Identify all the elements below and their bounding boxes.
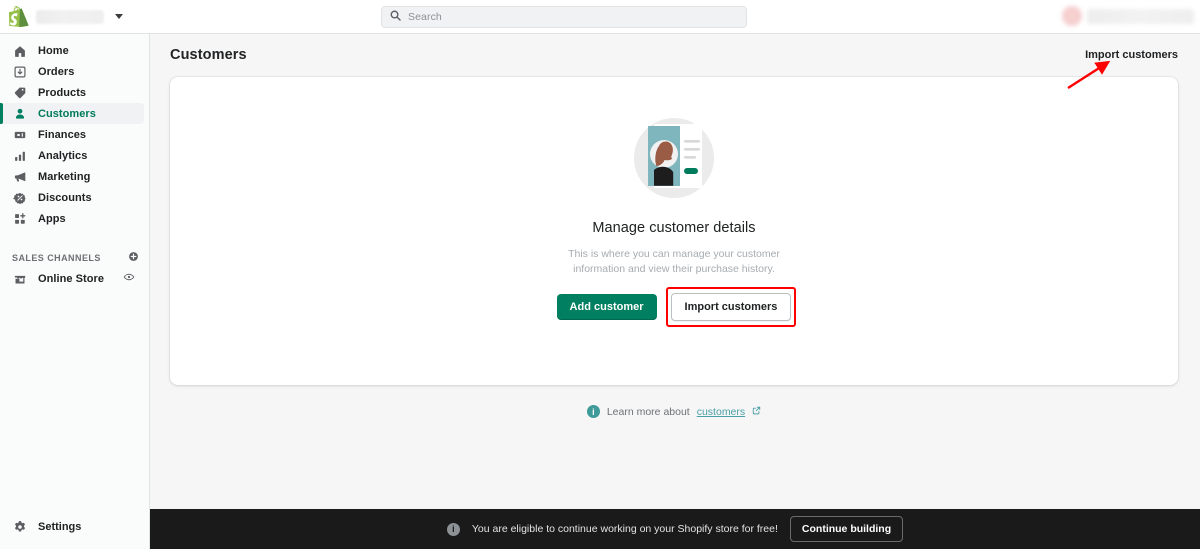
empty-state-card: Manage customer details This is where yo… [170, 77, 1178, 385]
sidebar-item-label: Marketing [38, 170, 91, 183]
page-title: Customers [170, 47, 247, 63]
bottom-banner: i You are eligible to continue working o… [150, 509, 1200, 549]
analytics-bar-chart-icon [12, 148, 27, 163]
sales-channels-header: SALES CHANNELS [0, 248, 149, 268]
sidebar: Home Orders Products Customers Finances … [0, 34, 150, 549]
external-link-icon [752, 406, 761, 418]
empty-state-actions: Add customer Import customers [556, 287, 797, 327]
header-import-customers-link[interactable]: Import customers [1085, 49, 1178, 61]
chevron-down-icon[interactable] [115, 14, 123, 19]
learn-more-link[interactable]: customers [697, 406, 745, 418]
sidebar-item-label: Settings [38, 520, 82, 533]
sidebar-item-settings[interactable]: Settings [0, 516, 150, 537]
search-input[interactable]: Search [408, 11, 442, 23]
sales-channels-title: SALES CHANNELS [12, 253, 101, 263]
customer-profile-card-illustration [626, 110, 722, 206]
storefront-icon [12, 271, 27, 286]
import-customers-button[interactable]: Import customers [670, 293, 792, 321]
sidebar-item-label: Products [38, 86, 87, 99]
orders-icon [12, 64, 27, 79]
continue-building-button[interactable]: Continue building [789, 516, 904, 542]
sidebar-item-label: Analytics [38, 149, 88, 162]
search-icon [390, 8, 401, 26]
shopify-admin-window: Search Home Orders Products Customers Fi… [0, 0, 1200, 549]
sidebar-item-label: Finances [38, 128, 87, 141]
search-bar[interactable]: Search [381, 6, 747, 28]
sidebar-item-analytics[interactable]: Analytics [0, 145, 144, 166]
plus-circle-icon[interactable] [128, 249, 139, 267]
sidebar-item-orders[interactable]: Orders [0, 61, 144, 82]
customers-person-icon [12, 106, 27, 121]
banner-text: You are eligible to continue working on … [471, 523, 778, 535]
eye-icon[interactable] [123, 270, 135, 288]
sidebar-item-label: Home [38, 44, 69, 57]
sidebar-item-products[interactable]: Products [0, 82, 144, 103]
learn-more-prefix: Learn more about [606, 405, 690, 418]
top-bar: Search [0, 0, 1200, 34]
sidebar-nav: Home Orders Products Customers Finances … [0, 34, 149, 289]
products-tag-icon [12, 85, 27, 100]
page-header: Customers Import customers [150, 34, 1200, 76]
home-icon [12, 43, 27, 58]
info-icon: i [446, 522, 460, 536]
discounts-icon [12, 190, 27, 205]
store-name-redacted [36, 9, 104, 24]
main-content: Customers Import customers Manage custom… [150, 34, 1200, 549]
learn-more-row: i Learn more about customers [170, 405, 1178, 418]
marketing-megaphone-icon [12, 169, 27, 184]
sidebar-item-customers[interactable]: Customers [0, 103, 144, 124]
sidebar-item-finances[interactable]: Finances [0, 124, 144, 145]
avatar [1062, 6, 1082, 26]
sidebar-item-label: Apps [38, 212, 66, 225]
user-menu[interactable] [1062, 4, 1194, 28]
sidebar-item-label: Customers [38, 107, 96, 120]
sidebar-item-home[interactable]: Home [0, 40, 144, 61]
empty-state-body: This is where you can manage your custom… [568, 248, 780, 275]
sidebar-item-label: Orders [38, 65, 75, 78]
sidebar-item-discounts[interactable]: Discounts [0, 187, 144, 208]
sidebar-item-label: Online Store [38, 272, 104, 285]
finances-banknote-icon [12, 127, 27, 142]
sidebar-item-marketing[interactable]: Marketing [0, 166, 144, 187]
sidebar-item-apps[interactable]: Apps [0, 208, 144, 229]
info-icon: i [586, 405, 600, 418]
gear-icon [12, 519, 27, 534]
add-customer-button[interactable]: Add customer [556, 294, 657, 320]
user-name-redacted [1087, 8, 1194, 24]
sidebar-item-label: Discounts [38, 191, 92, 204]
store-switcher[interactable] [0, 6, 123, 27]
sidebar-item-online-store[interactable]: Online Store [0, 268, 144, 289]
apps-grid-icon [12, 211, 27, 226]
shopify-bag-icon [9, 6, 29, 27]
empty-state-title: Manage customer details [592, 220, 756, 236]
